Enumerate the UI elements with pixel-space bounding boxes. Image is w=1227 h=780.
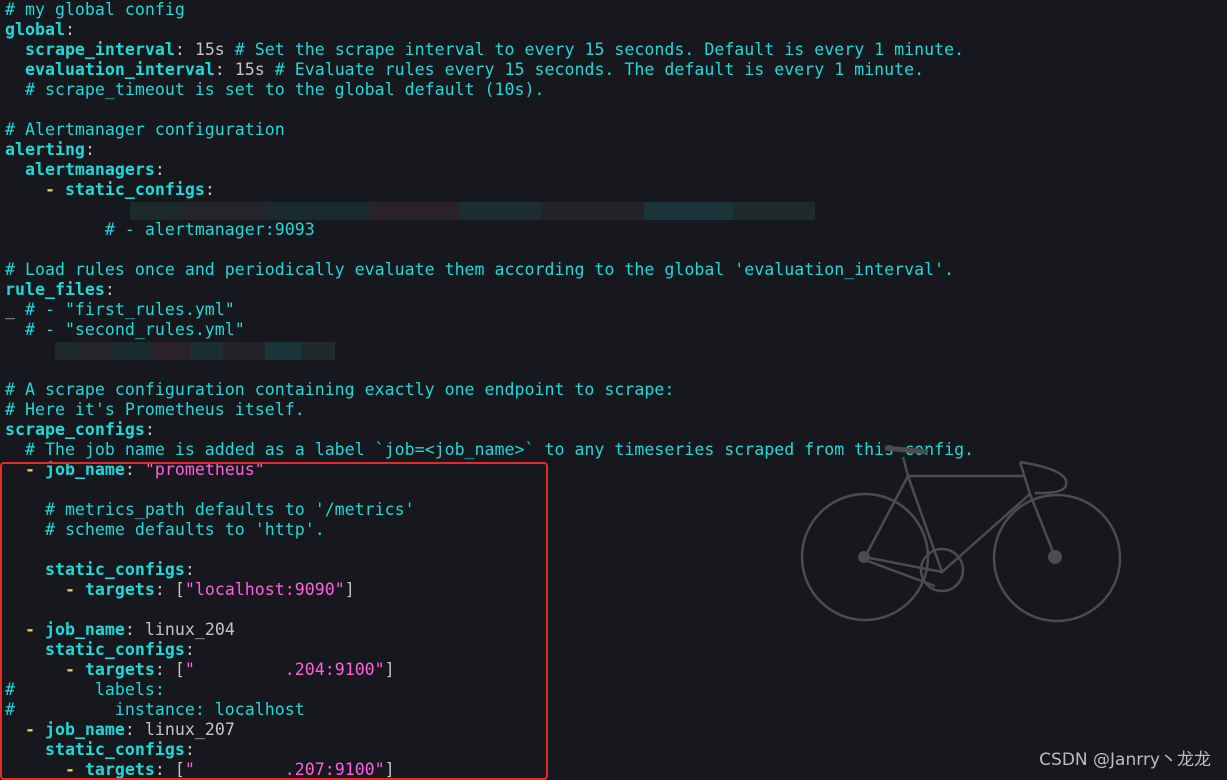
code-line: # Alertmanager configuration	[5, 120, 974, 140]
punctuation: :	[204, 180, 215, 199]
code-line: alerting:	[5, 140, 974, 160]
code-line: # A scrape configuration containing exac…	[5, 380, 974, 400]
highlight-box	[0, 462, 548, 780]
comment: # Load rules once and periodically evalu…	[5, 260, 955, 279]
yaml-key: static_configs	[64, 180, 205, 199]
list-dash: -	[5, 180, 65, 199]
code-line: # - alertmanager:9093	[5, 220, 974, 240]
yaml-key: scrape_configs	[5, 420, 145, 439]
yaml-key: rule_files	[5, 280, 105, 299]
comment: # - "second_rules.yml"	[5, 320, 245, 339]
redacted-region	[55, 341, 335, 360]
yaml-value: 15s	[234, 60, 275, 79]
code-line	[5, 200, 974, 220]
comment: # Alertmanager configuration	[5, 120, 285, 139]
code-line: global:	[5, 20, 974, 40]
yaml-key: global	[5, 20, 65, 39]
comment: # my global config	[5, 0, 185, 19]
punctuation: :	[214, 60, 235, 79]
comment: # - alertmanager:9093	[5, 220, 315, 239]
code-line: - static_configs:	[5, 180, 974, 200]
code-line: _ # - "first_rules.yml"	[5, 300, 974, 320]
code-line: evaluation_interval: 15s # Evaluate rule…	[5, 60, 974, 80]
comment: # - "first_rules.yml"	[24, 300, 235, 319]
code-line: # - "second_rules.yml"	[5, 320, 974, 340]
yaml-key: evaluation_interval	[5, 60, 215, 79]
code-line: # Here it's Prometheus itself.	[5, 400, 974, 420]
punctuation: :	[84, 140, 95, 159]
redacted-region	[130, 201, 815, 220]
code-line: scrape_configs:	[5, 420, 974, 440]
code-line: scrape_interval: 15s # Set the scrape in…	[5, 40, 974, 60]
punctuation: :	[64, 20, 75, 39]
code-line: # my global config	[5, 0, 974, 20]
comment: # scrape_timeout is set to the global de…	[5, 80, 545, 99]
code-line: rule_files:	[5, 280, 974, 300]
punctuation: :	[104, 280, 115, 299]
punctuation: :	[144, 420, 155, 439]
yaml-value: _	[5, 300, 25, 319]
code-line: # scrape_timeout is set to the global de…	[5, 80, 974, 100]
punctuation: :	[154, 160, 165, 179]
comment: # A scrape configuration containing exac…	[5, 380, 675, 399]
comment: # Here it's Prometheus itself.	[5, 400, 305, 419]
yaml-value: 15s	[194, 40, 235, 59]
csdn-watermark: CSDN @Janrry丶龙龙	[1039, 750, 1211, 770]
punctuation: :	[174, 40, 195, 59]
yaml-key: alertmanagers	[5, 160, 155, 179]
code-line	[5, 340, 974, 360]
code-line: # Load rules once and periodically evalu…	[5, 260, 974, 280]
comment: # Evaluate rules every 15 seconds. The d…	[274, 60, 925, 79]
yaml-key: scrape_interval	[5, 40, 175, 59]
bicycle-watermark-icon	[800, 445, 1122, 623]
code-line: alertmanagers:	[5, 160, 974, 180]
yaml-key: alerting	[5, 140, 85, 159]
comment: # Set the scrape interval to every 15 se…	[234, 40, 965, 59]
